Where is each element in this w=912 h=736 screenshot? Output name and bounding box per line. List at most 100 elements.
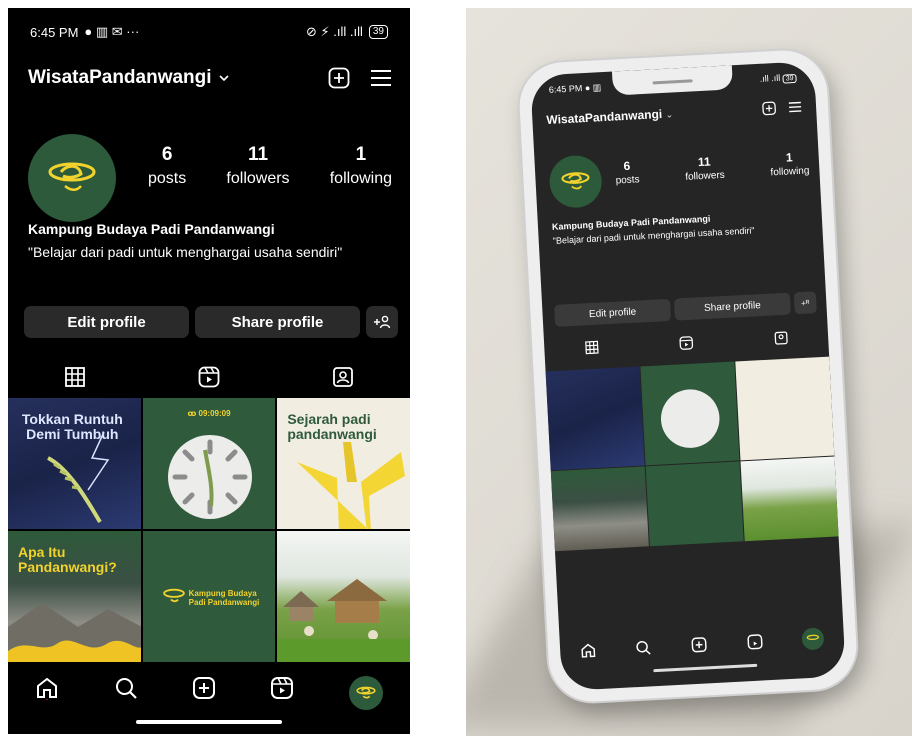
following-label: following: [329, 170, 392, 187]
status-time: 6:45 PM: [30, 24, 79, 40]
post-thumbnail[interactable]: ꝏ 09:09:09: [142, 398, 276, 529]
mockup-time: 6:45 PM ● ▥: [548, 82, 602, 95]
mockup-posts-count: 6: [623, 158, 631, 174]
edit-profile-button[interactable]: Edit profile: [24, 306, 189, 338]
reels-nav-icon[interactable]: [270, 676, 294, 700]
add-person-icon: +ᴿ: [800, 298, 810, 308]
account-switcher[interactable]: WisataPandanwangi: [28, 67, 230, 89]
posts-stat[interactable]: 6 posts: [148, 144, 186, 188]
logo-icon: [806, 634, 820, 640]
add-person-icon: [374, 315, 391, 329]
mockup-profile-bio: Kampung Budaya Padi Pandanwangi "Belajar…: [552, 208, 809, 247]
search-icon[interactable]: [114, 676, 138, 700]
tab-grid[interactable]: [8, 360, 142, 394]
battery-icon: 39: [368, 25, 388, 39]
mockup-share-profile-button[interactable]: Share profile: [673, 292, 791, 321]
post-caption: Apa Itu Pandanwangi?: [18, 544, 117, 575]
bottom-navigation: [8, 662, 410, 734]
mockup-edit-profile-button[interactable]: Edit profile: [554, 298, 672, 327]
instagram-profile-screen: 6:45 PM ● ▥ ✉ ··· ⊘ ⚡ .ıll .ıll 39 Wisat…: [8, 8, 410, 734]
profile-actions: Edit profile Share profile: [24, 306, 398, 338]
posts-grid: Tokkan Runtuh Demi Tumbuh ꝏ 09:09:09 Sej…: [8, 398, 410, 662]
menu-icon[interactable]: [370, 68, 392, 88]
discover-people-button[interactable]: [366, 306, 398, 338]
posts-count: 6: [161, 144, 173, 165]
logo-icon: [48, 162, 96, 192]
tagged-icon: [774, 331, 788, 345]
post-thumbnail[interactable]: Tokkan Runtuh Demi Tumbuh: [8, 398, 141, 529]
followers-stat[interactable]: 11 followers: [226, 144, 289, 188]
mockup-username-text: WisataPandanwangi: [546, 107, 663, 128]
home-icon[interactable]: [580, 642, 597, 659]
reels-nav-icon[interactable]: [746, 633, 763, 650]
phone-frame: 6:45 PM ● ▥ .ıll .ıll 39 WisataPandanwan…: [515, 46, 861, 706]
chevron-down-icon: ⌄: [665, 109, 674, 120]
notification-icons: ● ▥ ✉ ···: [84, 24, 140, 39]
post-thumbnail[interactable]: Apa Itu Pandanwangi?: [8, 531, 141, 662]
mockup-tab-reels[interactable]: [639, 334, 734, 353]
search-icon[interactable]: [635, 639, 652, 656]
chevron-down-icon: [218, 75, 229, 82]
following-count: 1: [355, 144, 367, 165]
mockup-profile-tabs: [544, 329, 828, 358]
tab-tagged[interactable]: [276, 360, 410, 394]
bio-text: "Belajar dari padi untuk menghargai usah…: [28, 244, 343, 260]
mockup-profile-actions: Edit profile Share profile +ᴿ: [554, 291, 817, 327]
post-thumbnail[interactable]: Kampung Budaya Padi Pandanwangi: [142, 531, 276, 662]
mockup-profile-avatar[interactable]: [548, 154, 603, 209]
post-thumbnail[interactable]: Sejarah padi pandanwangi: [277, 398, 410, 529]
profile-bio: Kampung Budaya Padi Pandanwangi "Belajar…: [28, 220, 390, 262]
grid-icon: [65, 367, 85, 387]
tab-reels[interactable]: [142, 360, 276, 394]
display-name: Kampung Budaya Padi Pandanwangi: [28, 221, 275, 237]
mockup-signal-icons: .ıll .ıll: [759, 72, 781, 84]
phone-mockup-panel: 6:45 PM ● ▥ .ıll .ıll 39 WisataPandanwan…: [466, 8, 912, 736]
reels-icon: [679, 336, 694, 350]
share-profile-button[interactable]: Share profile: [195, 306, 360, 338]
create-icon[interactable]: [192, 676, 216, 700]
menu-icon[interactable]: [788, 101, 803, 114]
post-thumbnail[interactable]: [277, 531, 410, 662]
mockup-posts-grid: [545, 356, 839, 552]
phone-screen: 6:45 PM ● ▥ .ıll .ıll 39 WisataPandanwan…: [530, 60, 846, 692]
reels-icon: [198, 366, 220, 388]
mockup-followers-label: followers: [685, 169, 726, 183]
mockup-tab-grid[interactable]: [544, 339, 639, 358]
mockup-discover-people-button[interactable]: +ᴿ: [793, 291, 817, 315]
mockup-following-label: following: [770, 165, 810, 179]
mockup-post-thumbnail[interactable]: [645, 461, 744, 547]
mockup-posts-stat[interactable]: 6 posts: [615, 158, 639, 187]
post-caption: ꝏ 09:09:09: [187, 409, 231, 418]
village-image: [8, 603, 141, 662]
create-icon[interactable]: [691, 636, 708, 653]
new-post-icon[interactable]: [762, 101, 777, 116]
followers-count: 11: [247, 144, 269, 165]
mockup-profile-stats: 6 posts 11 followers 1 following: [615, 149, 810, 186]
mockup-post-thumbnail[interactable]: [740, 456, 839, 542]
mockup-tab-tagged[interactable]: [733, 329, 828, 348]
home-indicator: [136, 720, 282, 724]
profile-stats: 6 posts 11 followers 1 following: [148, 144, 392, 188]
profile-avatar[interactable]: [28, 134, 116, 222]
mockup-post-thumbnail[interactable]: [640, 361, 740, 466]
mockup-following-count: 1: [785, 150, 793, 165]
mockup-post-thumbnail[interactable]: [550, 466, 649, 552]
mockup-bottom-navigation: [560, 626, 845, 663]
home-icon[interactable]: [35, 676, 59, 700]
mockup-username[interactable]: WisataPandanwangi ⌄: [546, 106, 673, 127]
profile-nav-avatar[interactable]: [348, 676, 383, 710]
mockup-followers-stat[interactable]: 11 followers: [684, 154, 725, 183]
following-stat[interactable]: 1 following: [330, 144, 392, 188]
mockup-home-indicator: [653, 663, 758, 673]
username: WisataPandanwangi: [28, 67, 212, 88]
profile-tabs: [8, 360, 410, 394]
mockup-profile-nav-avatar[interactable]: [801, 627, 825, 651]
mockup-battery-icon: 39: [782, 73, 797, 84]
mockup-post-thumbnail[interactable]: [735, 356, 835, 461]
posts-label: posts: [148, 170, 187, 187]
mockup-following-stat[interactable]: 1 following: [769, 149, 809, 178]
new-post-icon[interactable]: [328, 67, 350, 89]
logo-icon: [561, 172, 590, 190]
mockup-post-thumbnail[interactable]: [545, 366, 645, 471]
clock-image: [167, 435, 252, 519]
